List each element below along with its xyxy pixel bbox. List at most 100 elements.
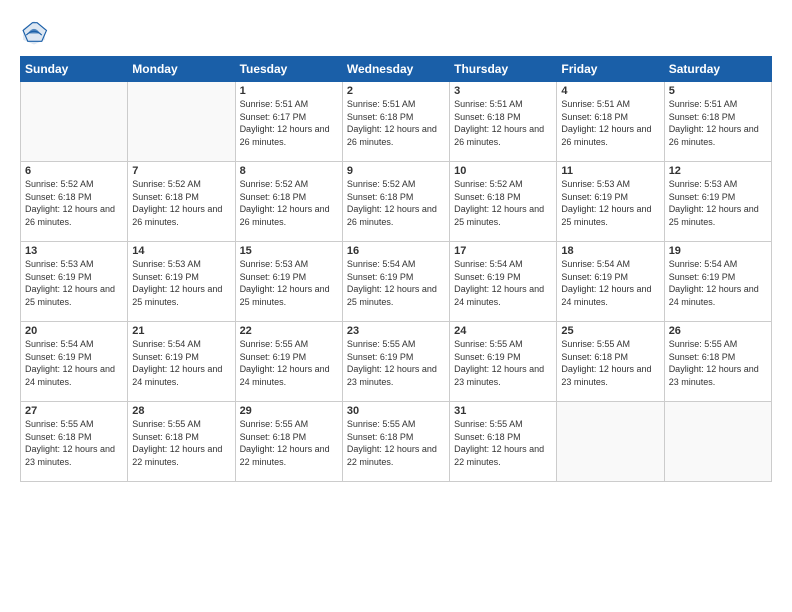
calendar-cell: 2Sunrise: 5:51 AM Sunset: 6:18 PM Daylig… bbox=[342, 82, 449, 162]
header bbox=[20, 18, 772, 46]
day-info: Sunrise: 5:54 AM Sunset: 6:19 PM Dayligh… bbox=[454, 258, 552, 308]
calendar-cell: 25Sunrise: 5:55 AM Sunset: 6:18 PM Dayli… bbox=[557, 322, 664, 402]
calendar-day-header: Tuesday bbox=[235, 57, 342, 82]
calendar-day-header: Monday bbox=[128, 57, 235, 82]
day-info: Sunrise: 5:55 AM Sunset: 6:19 PM Dayligh… bbox=[347, 338, 445, 388]
calendar-day-header: Sunday bbox=[21, 57, 128, 82]
day-info: Sunrise: 5:55 AM Sunset: 6:18 PM Dayligh… bbox=[347, 418, 445, 468]
calendar-cell: 16Sunrise: 5:54 AM Sunset: 6:19 PM Dayli… bbox=[342, 242, 449, 322]
logo-icon bbox=[20, 18, 48, 46]
day-number: 14 bbox=[132, 245, 230, 257]
day-info: Sunrise: 5:51 AM Sunset: 6:18 PM Dayligh… bbox=[454, 98, 552, 148]
calendar-cell: 26Sunrise: 5:55 AM Sunset: 6:18 PM Dayli… bbox=[664, 322, 771, 402]
calendar-week-row: 13Sunrise: 5:53 AM Sunset: 6:19 PM Dayli… bbox=[21, 242, 772, 322]
day-number: 1 bbox=[240, 85, 338, 97]
calendar-cell: 24Sunrise: 5:55 AM Sunset: 6:19 PM Dayli… bbox=[450, 322, 557, 402]
calendar-week-row: 20Sunrise: 5:54 AM Sunset: 6:19 PM Dayli… bbox=[21, 322, 772, 402]
calendar-day-header: Wednesday bbox=[342, 57, 449, 82]
day-info: Sunrise: 5:51 AM Sunset: 6:18 PM Dayligh… bbox=[561, 98, 659, 148]
calendar-cell: 27Sunrise: 5:55 AM Sunset: 6:18 PM Dayli… bbox=[21, 402, 128, 482]
day-info: Sunrise: 5:51 AM Sunset: 6:18 PM Dayligh… bbox=[347, 98, 445, 148]
day-info: Sunrise: 5:55 AM Sunset: 6:19 PM Dayligh… bbox=[240, 338, 338, 388]
calendar-cell: 1Sunrise: 5:51 AM Sunset: 6:17 PM Daylig… bbox=[235, 82, 342, 162]
day-info: Sunrise: 5:52 AM Sunset: 6:18 PM Dayligh… bbox=[347, 178, 445, 228]
calendar-cell: 29Sunrise: 5:55 AM Sunset: 6:18 PM Dayli… bbox=[235, 402, 342, 482]
day-info: Sunrise: 5:55 AM Sunset: 6:18 PM Dayligh… bbox=[454, 418, 552, 468]
calendar-cell: 23Sunrise: 5:55 AM Sunset: 6:19 PM Dayli… bbox=[342, 322, 449, 402]
day-info: Sunrise: 5:52 AM Sunset: 6:18 PM Dayligh… bbox=[132, 178, 230, 228]
day-info: Sunrise: 5:53 AM Sunset: 6:19 PM Dayligh… bbox=[669, 178, 767, 228]
calendar-cell: 8Sunrise: 5:52 AM Sunset: 6:18 PM Daylig… bbox=[235, 162, 342, 242]
day-number: 5 bbox=[669, 85, 767, 97]
calendar-week-row: 6Sunrise: 5:52 AM Sunset: 6:18 PM Daylig… bbox=[21, 162, 772, 242]
day-info: Sunrise: 5:54 AM Sunset: 6:19 PM Dayligh… bbox=[347, 258, 445, 308]
day-number: 20 bbox=[25, 325, 123, 337]
day-number: 28 bbox=[132, 405, 230, 417]
calendar-day-header: Saturday bbox=[664, 57, 771, 82]
day-number: 30 bbox=[347, 405, 445, 417]
day-info: Sunrise: 5:55 AM Sunset: 6:18 PM Dayligh… bbox=[132, 418, 230, 468]
day-number: 4 bbox=[561, 85, 659, 97]
day-number: 21 bbox=[132, 325, 230, 337]
day-info: Sunrise: 5:53 AM Sunset: 6:19 PM Dayligh… bbox=[25, 258, 123, 308]
calendar-cell: 15Sunrise: 5:53 AM Sunset: 6:19 PM Dayli… bbox=[235, 242, 342, 322]
calendar-header-row: SundayMondayTuesdayWednesdayThursdayFrid… bbox=[21, 57, 772, 82]
day-number: 10 bbox=[454, 165, 552, 177]
page: SundayMondayTuesdayWednesdayThursdayFrid… bbox=[0, 0, 792, 612]
day-info: Sunrise: 5:53 AM Sunset: 6:19 PM Dayligh… bbox=[561, 178, 659, 228]
day-number: 8 bbox=[240, 165, 338, 177]
day-number: 24 bbox=[454, 325, 552, 337]
day-number: 15 bbox=[240, 245, 338, 257]
calendar-cell: 14Sunrise: 5:53 AM Sunset: 6:19 PM Dayli… bbox=[128, 242, 235, 322]
day-number: 16 bbox=[347, 245, 445, 257]
calendar-cell bbox=[557, 402, 664, 482]
calendar-day-header: Thursday bbox=[450, 57, 557, 82]
calendar-cell bbox=[664, 402, 771, 482]
day-number: 12 bbox=[669, 165, 767, 177]
calendar-week-row: 27Sunrise: 5:55 AM Sunset: 6:18 PM Dayli… bbox=[21, 402, 772, 482]
day-info: Sunrise: 5:53 AM Sunset: 6:19 PM Dayligh… bbox=[240, 258, 338, 308]
calendar-cell bbox=[21, 82, 128, 162]
logo bbox=[20, 18, 52, 46]
day-info: Sunrise: 5:55 AM Sunset: 6:18 PM Dayligh… bbox=[25, 418, 123, 468]
calendar-cell: 22Sunrise: 5:55 AM Sunset: 6:19 PM Dayli… bbox=[235, 322, 342, 402]
day-info: Sunrise: 5:51 AM Sunset: 6:17 PM Dayligh… bbox=[240, 98, 338, 148]
day-info: Sunrise: 5:54 AM Sunset: 6:19 PM Dayligh… bbox=[669, 258, 767, 308]
calendar-cell: 31Sunrise: 5:55 AM Sunset: 6:18 PM Dayli… bbox=[450, 402, 557, 482]
calendar-cell: 28Sunrise: 5:55 AM Sunset: 6:18 PM Dayli… bbox=[128, 402, 235, 482]
calendar-cell: 3Sunrise: 5:51 AM Sunset: 6:18 PM Daylig… bbox=[450, 82, 557, 162]
calendar-cell: 19Sunrise: 5:54 AM Sunset: 6:19 PM Dayli… bbox=[664, 242, 771, 322]
calendar-cell: 11Sunrise: 5:53 AM Sunset: 6:19 PM Dayli… bbox=[557, 162, 664, 242]
day-info: Sunrise: 5:55 AM Sunset: 6:18 PM Dayligh… bbox=[240, 418, 338, 468]
calendar-day-header: Friday bbox=[557, 57, 664, 82]
day-info: Sunrise: 5:54 AM Sunset: 6:19 PM Dayligh… bbox=[25, 338, 123, 388]
calendar-cell bbox=[128, 82, 235, 162]
day-number: 18 bbox=[561, 245, 659, 257]
calendar-cell: 7Sunrise: 5:52 AM Sunset: 6:18 PM Daylig… bbox=[128, 162, 235, 242]
day-number: 11 bbox=[561, 165, 659, 177]
day-info: Sunrise: 5:54 AM Sunset: 6:19 PM Dayligh… bbox=[561, 258, 659, 308]
day-number: 26 bbox=[669, 325, 767, 337]
day-info: Sunrise: 5:55 AM Sunset: 6:18 PM Dayligh… bbox=[561, 338, 659, 388]
calendar-cell: 6Sunrise: 5:52 AM Sunset: 6:18 PM Daylig… bbox=[21, 162, 128, 242]
calendar-cell: 17Sunrise: 5:54 AM Sunset: 6:19 PM Dayli… bbox=[450, 242, 557, 322]
day-number: 27 bbox=[25, 405, 123, 417]
day-info: Sunrise: 5:52 AM Sunset: 6:18 PM Dayligh… bbox=[454, 178, 552, 228]
calendar-cell: 10Sunrise: 5:52 AM Sunset: 6:18 PM Dayli… bbox=[450, 162, 557, 242]
day-info: Sunrise: 5:53 AM Sunset: 6:19 PM Dayligh… bbox=[132, 258, 230, 308]
day-number: 17 bbox=[454, 245, 552, 257]
day-info: Sunrise: 5:52 AM Sunset: 6:18 PM Dayligh… bbox=[25, 178, 123, 228]
calendar-cell: 20Sunrise: 5:54 AM Sunset: 6:19 PM Dayli… bbox=[21, 322, 128, 402]
calendar-cell: 21Sunrise: 5:54 AM Sunset: 6:19 PM Dayli… bbox=[128, 322, 235, 402]
calendar-cell: 30Sunrise: 5:55 AM Sunset: 6:18 PM Dayli… bbox=[342, 402, 449, 482]
calendar-cell: 4Sunrise: 5:51 AM Sunset: 6:18 PM Daylig… bbox=[557, 82, 664, 162]
day-info: Sunrise: 5:52 AM Sunset: 6:18 PM Dayligh… bbox=[240, 178, 338, 228]
day-number: 22 bbox=[240, 325, 338, 337]
day-number: 31 bbox=[454, 405, 552, 417]
day-number: 13 bbox=[25, 245, 123, 257]
calendar-cell: 12Sunrise: 5:53 AM Sunset: 6:19 PM Dayli… bbox=[664, 162, 771, 242]
day-number: 6 bbox=[25, 165, 123, 177]
day-number: 7 bbox=[132, 165, 230, 177]
day-info: Sunrise: 5:54 AM Sunset: 6:19 PM Dayligh… bbox=[132, 338, 230, 388]
calendar-cell: 18Sunrise: 5:54 AM Sunset: 6:19 PM Dayli… bbox=[557, 242, 664, 322]
